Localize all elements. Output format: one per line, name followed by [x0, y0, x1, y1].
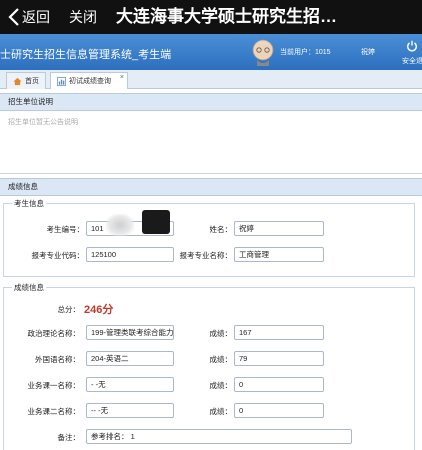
notice-text: 招生单位暂无公告说明 — [8, 119, 78, 126]
subject-score-field: 0 — [234, 403, 324, 418]
close-icon[interactable]: × — [120, 74, 124, 81]
subject-name-label: 政治理论名称： — [27, 329, 81, 338]
major-name-field: 工商管理 — [234, 247, 324, 262]
remark-field: 参考排名： 1 — [86, 429, 352, 444]
subject-score-field: 79 — [234, 351, 324, 366]
logout-label: 安全退 — [402, 58, 422, 65]
subject-score-label: 成绩： — [209, 381, 233, 390]
subject-name-field: 204-英语二 — [86, 351, 174, 366]
tab-home-label: 首页 — [25, 78, 39, 85]
subject-score-label: 成绩： — [209, 407, 233, 416]
system-title: 士研究生招生信息管理系统_考生端 — [0, 49, 172, 61]
subject-name-label: 外国语名称： — [35, 355, 80, 364]
tab-home[interactable]: 首页 — [6, 72, 46, 89]
page-title: 大连海事大学硕士研究生招… — [116, 7, 337, 26]
subject-name-label: 业务课二名称： — [27, 407, 81, 416]
tab-bar: 首页 初试成绩查询 × — [0, 70, 422, 89]
major-code-field: 125100 — [86, 247, 174, 262]
examinee-info-legend: 考生信息 — [12, 198, 46, 209]
avatar — [252, 39, 274, 66]
name-label: 姓名： — [209, 225, 233, 234]
subject-score-label: 成绩： — [209, 329, 233, 338]
redaction-mark — [142, 210, 170, 234]
remark-label: 备注： — [57, 433, 81, 442]
total-score-label: 总分： — [57, 305, 81, 314]
back-button[interactable]: 返回 — [8, 5, 50, 29]
close-button[interactable]: 关闭 — [69, 5, 97, 29]
results-fieldset: 成绩信息 总分： 246分 政治理论名称： 199-管理类联考综合能力 成绩： … — [3, 282, 415, 450]
power-icon — [407, 40, 417, 52]
results-legend: 成绩信息 — [12, 282, 46, 293]
notice-panel-body: 招生单位暂无公告说明 — [0, 111, 422, 174]
tab-score-query-label: 初试成绩查询 — [69, 78, 111, 85]
tab-score-query[interactable]: 初试成绩查询 × — [50, 72, 128, 89]
subject-name-field: 199-管理类联考综合能力 — [86, 325, 174, 340]
chart-icon — [57, 76, 66, 86]
back-label: 返回 — [22, 9, 50, 25]
chevron-left-icon — [8, 8, 19, 26]
total-score-value: 246分 — [84, 304, 114, 316]
subject-score-field: 0 — [234, 377, 324, 392]
subject-score-label: 成绩： — [209, 355, 233, 364]
exam-number-label: 考生编号： — [46, 225, 85, 234]
current-user-label: 当前用户：1015 — [280, 49, 331, 56]
logout-button[interactable]: 安全退 — [402, 40, 422, 68]
subject-name-field: - -无 — [86, 377, 174, 392]
subject-name-field: -- -无 — [86, 403, 174, 418]
major-code-label: 报考专业代码： — [31, 251, 85, 260]
examinee-info-fieldset: 考生信息 考生编号： 101 姓名： 祝婷 报考专业代码： 125100 报考专… — [3, 198, 415, 277]
major-name-label: 报考专业名称： — [179, 251, 233, 260]
redaction-blur — [106, 214, 134, 236]
notice-panel-heading: 招生单位说明 — [0, 93, 422, 111]
name-field: 祝婷 — [234, 221, 324, 236]
subject-name-label: 业务课一名称： — [27, 381, 81, 390]
score-panel-heading: 成绩信息 — [0, 178, 422, 196]
home-icon — [13, 77, 22, 85]
app-header: 士研究生招生信息管理系统_考生端 当前用户：1015 祝婷 安全退 — [0, 34, 422, 70]
subject-score-field: 167 — [234, 325, 324, 340]
mobile-top-bar: 返回 关闭 大连海事大学硕士研究生招… — [0, 0, 422, 34]
current-user-name: 祝婷 — [361, 49, 375, 56]
